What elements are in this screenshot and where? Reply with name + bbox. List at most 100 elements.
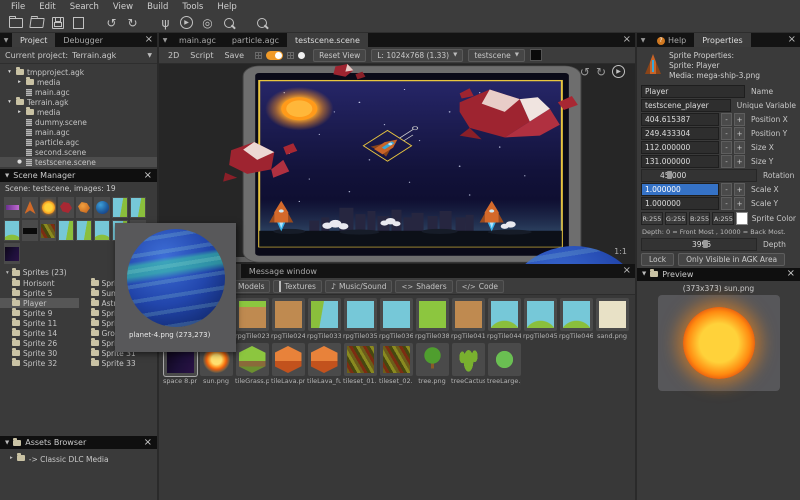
scene-thumb-space[interactable] bbox=[4, 243, 20, 264]
position-x-increment-button[interactable]: + bbox=[734, 113, 745, 126]
scale-x-increment-button[interactable]: + bbox=[734, 183, 745, 196]
scale-x-decrement-button[interactable]: - bbox=[721, 183, 732, 196]
media-item-rpgtile041-png[interactable]: rpgTile041.png bbox=[451, 298, 485, 340]
panel-menu-icon[interactable]: ▼ bbox=[637, 33, 649, 47]
size-y-input[interactable]: 131.000000 bbox=[641, 155, 719, 168]
panel-menu-icon[interactable]: ▼ bbox=[5, 173, 9, 179]
color-r-value[interactable]: R:255 bbox=[641, 212, 663, 225]
filter-textures[interactable]: Textures bbox=[273, 280, 321, 293]
depth-slider[interactable]: 3995 bbox=[641, 238, 757, 251]
scene-thumb-tile-corner[interactable] bbox=[4, 220, 20, 241]
panel-menu-icon[interactable]: ▼ bbox=[0, 33, 12, 47]
size-x-increment-button[interactable]: + bbox=[734, 141, 745, 154]
scene-thumb-tile[interactable] bbox=[76, 220, 92, 241]
scene-thumb-tile[interactable] bbox=[58, 220, 74, 241]
sprite-item-sprite-5[interactable]: Sprite 5 bbox=[0, 288, 79, 298]
scale-x-input[interactable]: 1.000000 bbox=[641, 183, 719, 196]
tree-item-main-agc[interactable]: main.agc bbox=[0, 127, 157, 137]
menu-edit[interactable]: Edit bbox=[32, 2, 62, 12]
panel-menu-icon[interactable]: ▼ bbox=[642, 271, 646, 277]
open-project-icon[interactable] bbox=[26, 14, 47, 31]
panel-menu-icon[interactable]: ▼ bbox=[159, 33, 171, 47]
tree-arrow-icon[interactable]: ▾ bbox=[6, 99, 13, 105]
position-x-input[interactable]: 404.615387 bbox=[641, 113, 719, 126]
scene-thumb-black-bar[interactable] bbox=[22, 220, 38, 241]
scene-thumb-tile-corner[interactable] bbox=[94, 220, 110, 241]
sprite-item-sprite-30[interactable]: Sprite 30 bbox=[0, 348, 79, 358]
sprite-color-swatch[interactable] bbox=[736, 212, 747, 225]
media-item-rpgtile036-png[interactable]: rpgTile036.png bbox=[379, 298, 413, 340]
menu-file[interactable]: File bbox=[4, 2, 32, 12]
scene-thumb-ship[interactable] bbox=[22, 197, 38, 218]
media-item-rpgtile035-png[interactable]: rpgTile035.png bbox=[343, 298, 377, 340]
close-icon[interactable]: × bbox=[623, 265, 631, 276]
sprite-item-sprite-11[interactable]: Sprite 11 bbox=[0, 318, 79, 328]
sprite-item-sprite-26[interactable]: Sprite 26 bbox=[0, 338, 79, 348]
sprite-item-horisont[interactable]: Horisont bbox=[0, 278, 79, 288]
tree-item-testscene-scene[interactable]: ●testscene.scene bbox=[0, 157, 157, 167]
media-item-rpgtile045-png[interactable]: rpgTile045.png bbox=[523, 298, 557, 340]
close-icon[interactable]: × bbox=[787, 269, 795, 279]
search-icon[interactable] bbox=[251, 14, 272, 31]
tree-item-terrain-agk[interactable]: ▾Terrain.agk bbox=[0, 97, 157, 107]
zoom-icon[interactable] bbox=[218, 14, 239, 31]
tab-message-window[interactable]: Message window bbox=[241, 264, 325, 278]
media-item-tilelava-png[interactable]: tileLava.png bbox=[271, 343, 305, 385]
position-y-input[interactable]: 249.433304 bbox=[641, 127, 719, 140]
media-item-rpgtile044-png[interactable]: rpgTile044.png bbox=[487, 298, 521, 340]
panel-menu-icon[interactable]: ▼ bbox=[5, 440, 9, 446]
size-x-decrement-button[interactable]: - bbox=[721, 141, 732, 154]
color-a-value[interactable]: A:255 bbox=[712, 212, 734, 225]
media-item-rpgtile046-png[interactable]: rpgTile046.png bbox=[559, 298, 593, 340]
tree-arrow-icon[interactable]: ▸ bbox=[16, 109, 23, 115]
close-icon[interactable]: × bbox=[144, 438, 152, 448]
close-icon[interactable]: × bbox=[788, 34, 796, 45]
tree-arrow-icon[interactable]: ▾ bbox=[6, 69, 13, 75]
tab-main-agc[interactable]: main.agc bbox=[171, 33, 224, 47]
rotate-left-icon[interactable]: ↺ bbox=[580, 66, 590, 78]
save-all-icon[interactable] bbox=[68, 14, 89, 31]
media-item-tileset-02-png[interactable]: tileset_02.png bbox=[379, 343, 413, 385]
media-item-sand-png[interactable]: sand.png bbox=[595, 298, 629, 340]
media-item-treecactus-1-png[interactable]: treeCactus_1.png bbox=[451, 343, 485, 385]
tree-item-dummy-scene[interactable]: dummy.scene bbox=[0, 117, 157, 127]
tree-item-media[interactable]: ▸media bbox=[0, 107, 157, 117]
name-input[interactable]: Player bbox=[641, 85, 745, 98]
background-color-swatch[interactable] bbox=[530, 49, 542, 61]
slider-thumb[interactable] bbox=[703, 240, 708, 248]
close-icon[interactable]: × bbox=[145, 34, 153, 45]
menu-help[interactable]: Help bbox=[210, 2, 243, 12]
mode-2d-button[interactable]: 2D bbox=[165, 50, 182, 61]
scale-y-input[interactable]: 1.000000 bbox=[641, 197, 719, 210]
redo-icon[interactable]: ↻ bbox=[122, 14, 143, 31]
run-icon[interactable]: ▶ bbox=[176, 14, 197, 31]
media-item-tileset-01-png[interactable]: tileset_01.png bbox=[343, 343, 377, 385]
rotate-right-icon[interactable]: ↻ bbox=[596, 66, 606, 78]
undo-icon[interactable]: ↺ bbox=[101, 14, 122, 31]
tree-item-particle-agc[interactable]: particle.agc bbox=[0, 137, 157, 147]
menu-tools[interactable]: Tools bbox=[175, 2, 210, 12]
play-scene-icon[interactable]: ▶ bbox=[612, 65, 625, 78]
new-project-icon[interactable] bbox=[5, 14, 26, 31]
close-icon[interactable]: × bbox=[623, 34, 631, 45]
chevron-down-icon[interactable]: ▼ bbox=[147, 52, 152, 59]
scene-thumb-tile[interactable] bbox=[112, 197, 128, 218]
filter-code[interactable]: </>Code bbox=[456, 280, 504, 293]
scale-y-decrement-button[interactable]: - bbox=[721, 197, 732, 210]
scene-thumb-asteroid-orange[interactable] bbox=[76, 197, 92, 218]
scene-dropdown[interactable]: testscene ▼ bbox=[468, 49, 525, 62]
grid-icon[interactable] bbox=[287, 52, 294, 59]
media-item-rpgtile023-png[interactable]: rpgTile023.png bbox=[235, 298, 269, 340]
close-icon[interactable]: × bbox=[144, 171, 152, 181]
assets-browser-item[interactable]: ▸ -> Classic DLC Media bbox=[0, 449, 157, 500]
tree-item-tmpproject-agk[interactable]: ▾tmpproject.agk bbox=[0, 67, 157, 77]
scene-thumb-streak[interactable] bbox=[4, 197, 20, 218]
tab-project[interactable]: Project bbox=[12, 33, 55, 47]
scene-thumb-sun[interactable] bbox=[40, 197, 56, 218]
media-item-tilegrass-png[interactable]: tileGrass.png bbox=[235, 343, 269, 385]
scene-thumb-asteroid[interactable] bbox=[58, 197, 74, 218]
reset-view-button[interactable]: Reset View bbox=[313, 49, 366, 62]
only-visible-button[interactable]: Only Visible in AGK Area bbox=[678, 253, 785, 266]
filter-shaders[interactable]: <>Shaders bbox=[395, 280, 452, 293]
sprite-item-player[interactable]: Player bbox=[0, 298, 79, 308]
